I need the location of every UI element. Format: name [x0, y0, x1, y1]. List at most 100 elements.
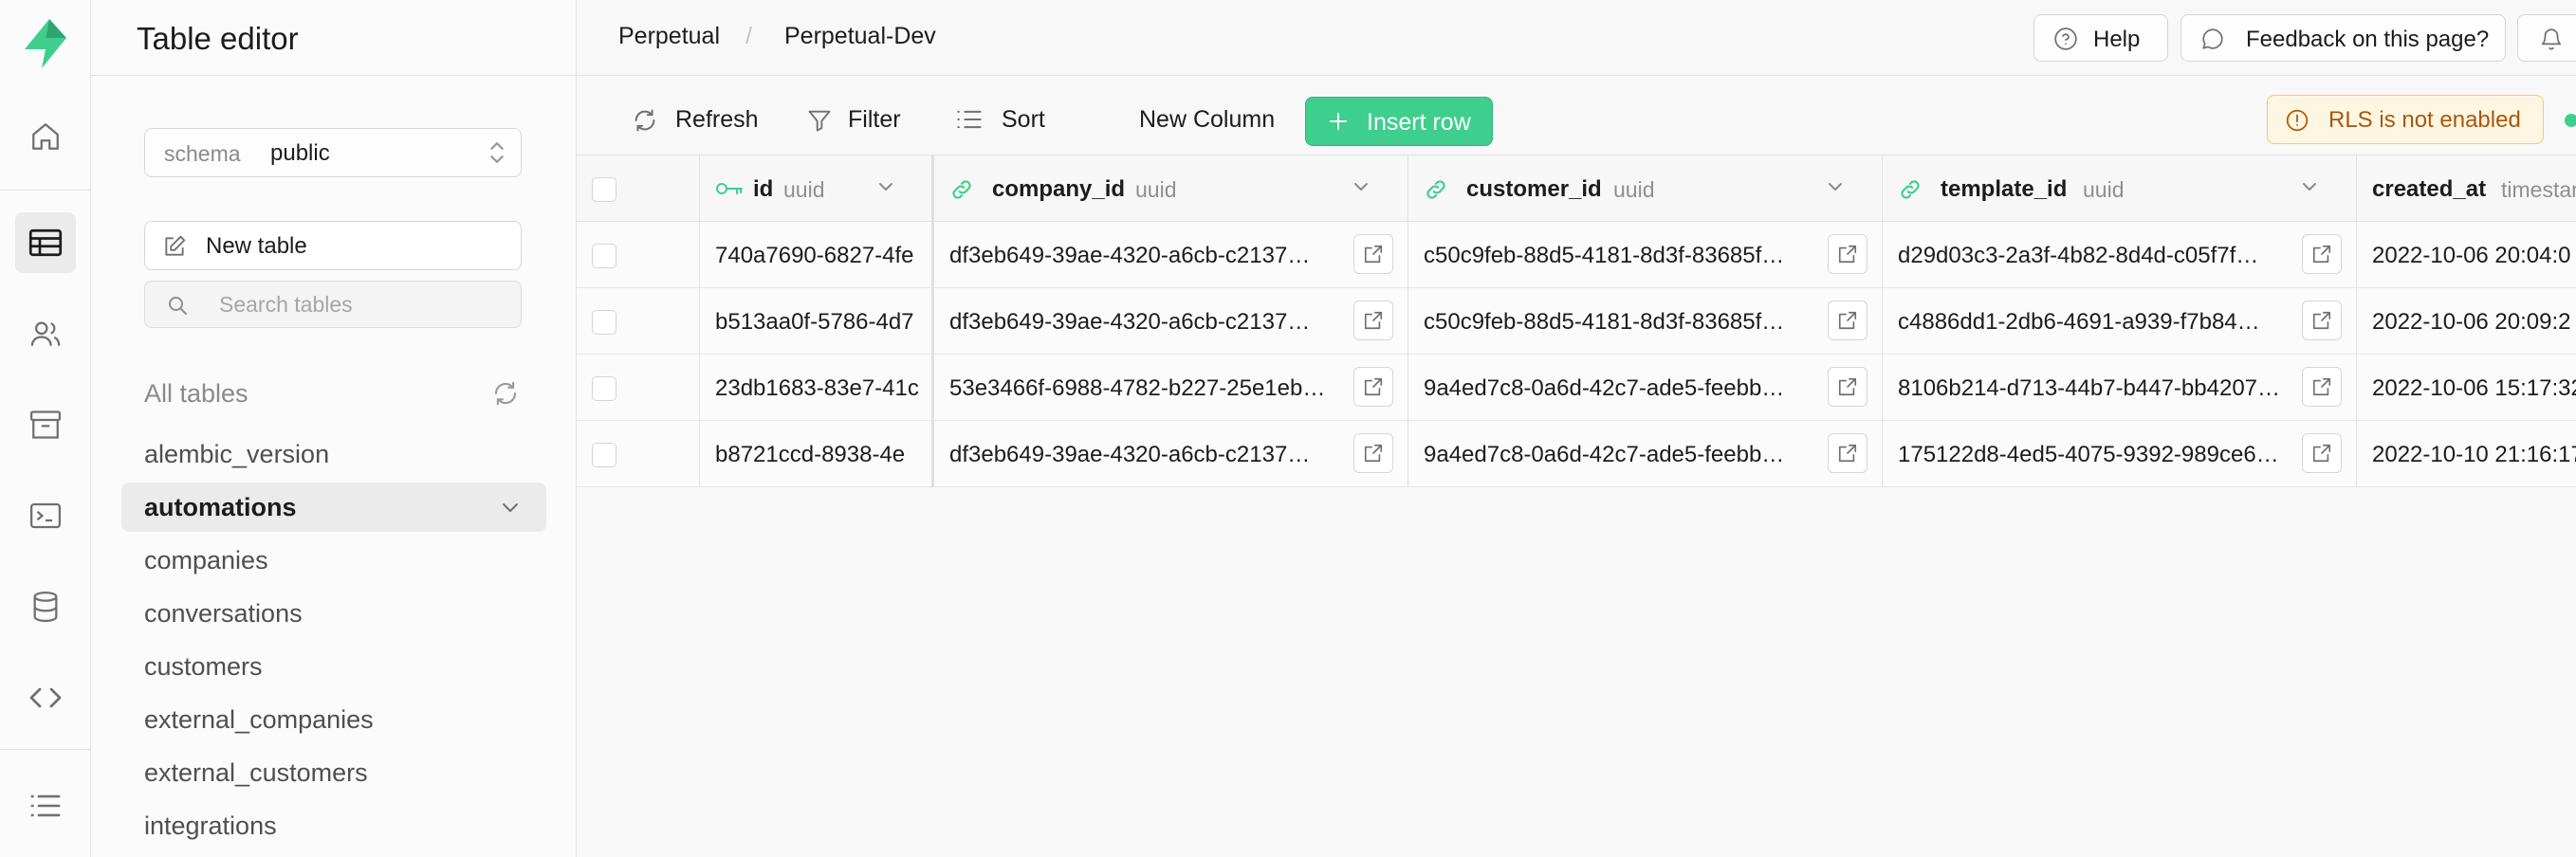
column-header-id[interactable]: id uuid — [700, 155, 934, 222]
cell-value: 175122d8-4ed5-4075-9392-989ce6… — [1898, 442, 2279, 467]
table-list-item[interactable]: conversations — [121, 589, 546, 638]
column-header-template-id[interactable]: template_id uuid — [1883, 155, 2357, 222]
cell-created-at[interactable]: 2022-10-06 20:04:0 — [2357, 222, 2576, 288]
panel-header: Table editor — [91, 0, 577, 76]
cell-company-id[interactable]: df3eb649-39ae-4320-a6cb-c2137… — [934, 222, 1408, 288]
cell-template-id[interactable]: d29d03c3-2a3f-4b82-8d4d-c05f7f… — [1883, 222, 2357, 288]
table-row[interactable]: 740a7690-6827-4fe df3eb649-39ae-4320-a6c… — [577, 222, 2576, 288]
breadcrumb-org[interactable]: Perpetual — [618, 23, 720, 50]
table-list-item[interactable]: companies — [121, 536, 546, 585]
table-list-item-active[interactable]: automations — [121, 483, 546, 532]
table-list-item[interactable]: customers — [121, 642, 546, 691]
column-header-created-at[interactable]: created_at timestam — [2357, 155, 2576, 222]
cell-customer-id[interactable]: c50c9feb-88d5-4181-8d3f-83685f… — [1408, 222, 1883, 288]
table-list-item[interactable]: integrations — [121, 801, 546, 850]
external-link-icon[interactable] — [2302, 433, 2342, 473]
cell-id[interactable]: b513aa0f-5786-4d7 — [700, 288, 934, 355]
help-button[interactable]: Help — [2033, 14, 2168, 62]
breadcrumb-project[interactable]: Perpetual-Dev — [784, 23, 936, 50]
plus-icon — [1327, 110, 1350, 133]
column-header-company-id[interactable]: company_id uuid — [934, 155, 1408, 222]
external-link-icon[interactable] — [1353, 433, 1393, 473]
cell-value: 2022-10-10 21:16:17 — [2372, 442, 2576, 467]
new-table-button[interactable]: New table — [144, 221, 522, 270]
table-list-item[interactable]: external_companies — [121, 695, 546, 744]
cell-id[interactable]: 23db1683-83e7-41c — [700, 355, 934, 421]
sort-list-icon — [956, 107, 983, 132]
external-link-icon[interactable] — [2302, 367, 2342, 407]
edit-icon — [162, 234, 187, 259]
users-icon[interactable] — [15, 303, 76, 364]
table-list-item[interactable]: external_customers — [121, 748, 546, 797]
chevron-down-icon[interactable] — [1352, 179, 1371, 194]
storage-icon[interactable] — [15, 394, 76, 455]
row-checkbox[interactable] — [592, 244, 616, 268]
new-column-button[interactable]: New Column — [1139, 106, 1275, 134]
column-header-customer-id[interactable]: customer_id uuid — [1408, 155, 1883, 222]
external-link-icon[interactable] — [2302, 301, 2342, 340]
feedback-button[interactable]: Feedback on this page? — [2180, 14, 2506, 62]
column-name: customer_id — [1466, 176, 1602, 202]
cell-customer-id[interactable]: 9a4ed7c8-0a6d-42c7-ade5-feebb… — [1408, 355, 1883, 421]
column-type: timestam — [2501, 177, 2576, 202]
list-icon[interactable] — [15, 775, 76, 836]
cell-company-id[interactable]: df3eb649-39ae-4320-a6cb-c2137… — [934, 288, 1408, 355]
schema-select[interactable]: schema public — [144, 128, 522, 177]
row-checkbox[interactable] — [592, 376, 616, 401]
select-all-checkbox[interactable] — [592, 177, 616, 202]
cell-company-id[interactable]: df3eb649-39ae-4320-a6cb-c2137… — [934, 421, 1408, 487]
external-link-icon[interactable] — [1828, 367, 1868, 407]
chevron-down-icon[interactable] — [501, 499, 520, 516]
row-checkbox[interactable] — [592, 443, 616, 467]
home-icon[interactable] — [15, 106, 76, 167]
column-name: template_id — [1941, 176, 2068, 202]
cell-value: 9a4ed7c8-0a6d-42c7-ade5-feebb… — [1424, 375, 1785, 401]
chevron-down-icon[interactable] — [876, 179, 895, 194]
sort-label: Sort — [1002, 106, 1045, 133]
code-icon[interactable] — [15, 667, 76, 728]
table-row[interactable]: b513aa0f-5786-4d7 df3eb649-39ae-4320-a6c… — [577, 288, 2576, 355]
schema-value: public — [270, 140, 330, 166]
external-link-icon[interactable] — [1353, 367, 1393, 407]
table-row[interactable]: b8721ccd-8938-4e df3eb649-39ae-4320-a6cb… — [577, 421, 2576, 487]
cell-created-at[interactable]: 2022-10-10 21:16:17 — [2357, 421, 2576, 487]
table-editor-icon[interactable] — [15, 212, 76, 273]
supabase-logo-icon[interactable] — [21, 17, 70, 70]
cell-customer-id[interactable]: 9a4ed7c8-0a6d-42c7-ade5-feebb… — [1408, 421, 1883, 487]
insert-row-button[interactable]: Insert row — [1305, 97, 1493, 146]
cell-value: b8721ccd-8938-4e — [715, 442, 906, 467]
cell-template-id[interactable]: c4886dd1-2db6-4691-a939-f7b84… — [1883, 288, 2357, 355]
cell-customer-id[interactable]: c50c9feb-88d5-4181-8d3f-83685f… — [1408, 288, 1883, 355]
external-link-icon[interactable] — [1353, 234, 1393, 274]
breadcrumb-separator: / — [745, 23, 752, 49]
row-checkbox[interactable] — [592, 310, 616, 335]
external-link-icon[interactable] — [1828, 433, 1868, 473]
search-tables-field[interactable] — [144, 281, 522, 328]
rls-warning-badge[interactable]: RLS is not enabled — [2267, 95, 2544, 144]
terminal-icon[interactable] — [15, 485, 76, 546]
chevron-down-icon[interactable] — [1826, 179, 1845, 194]
external-link-icon[interactable] — [1828, 301, 1868, 340]
cell-template-id[interactable]: 8106b214-d713-44b7-b447-bb4207… — [1883, 355, 2357, 421]
cell-created-at[interactable]: 2022-10-06 20:09:2 — [2357, 288, 2576, 355]
chevron-down-icon[interactable] — [2300, 179, 2319, 194]
column-type: uuid — [1135, 177, 1177, 202]
external-link-icon[interactable] — [1353, 301, 1393, 340]
cell-template-id[interactable]: 175122d8-4ed5-4075-9392-989ce6… — [1883, 421, 2357, 487]
cell-id[interactable]: b8721ccd-8938-4e — [700, 421, 934, 487]
external-link-icon[interactable] — [1828, 234, 1868, 274]
table-row[interactable]: 23db1683-83e7-41c 53e3466f-6988-4782-b22… — [577, 355, 2576, 421]
notifications-button[interactable] — [2517, 14, 2576, 62]
cell-id[interactable]: 740a7690-6827-4fe — [700, 222, 934, 288]
refresh-icon — [632, 107, 658, 134]
search-tables-input[interactable] — [217, 289, 502, 319]
database-icon[interactable] — [15, 576, 76, 637]
refresh-icon[interactable] — [491, 379, 520, 408]
table-list-item[interactable]: alembic_version — [121, 429, 546, 479]
external-link-icon[interactable] — [2302, 234, 2342, 274]
message-icon — [2200, 27, 2225, 51]
cell-created-at[interactable]: 2022-10-06 15:17:32 — [2357, 355, 2576, 421]
refresh-label: Refresh — [675, 106, 759, 133]
alert-circle-icon — [2285, 108, 2309, 133]
cell-company-id[interactable]: 53e3466f-6988-4782-b227-25e1eb… — [934, 355, 1408, 421]
